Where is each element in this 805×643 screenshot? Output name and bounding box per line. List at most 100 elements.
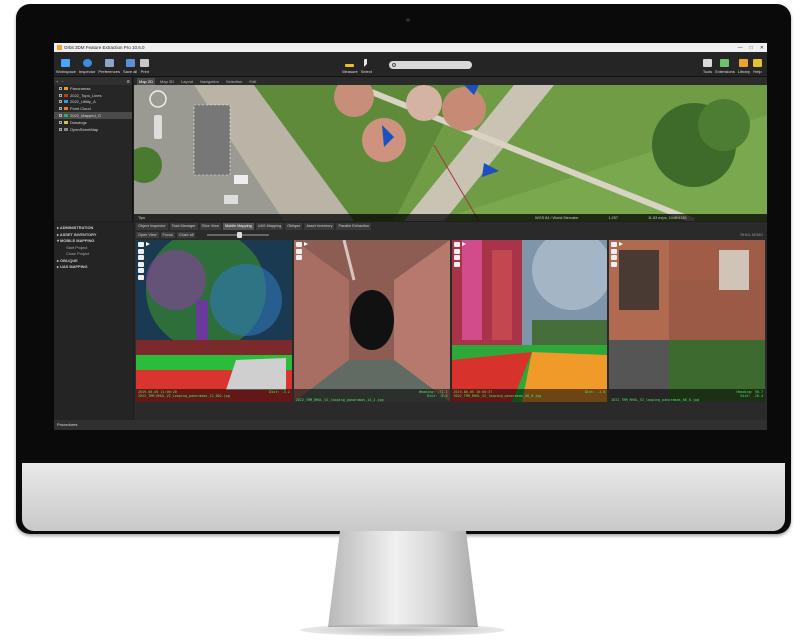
view-controls: Open View Focus Close all RHUL DEMO <box>134 230 767 239</box>
extensions-button[interactable]: Extensions <box>715 59 735 74</box>
layer-color-swatch <box>64 86 68 90</box>
tab-map-3d[interactable]: Map 3D <box>158 78 176 85</box>
zoom-slider-handle[interactable] <box>237 231 243 238</box>
minimize-button[interactable]: — <box>738 45 743 51</box>
pano-tool-icon[interactable] <box>611 261 618 267</box>
tab-mobile-mapping[interactable]: Mobile Mapping <box>222 222 254 230</box>
map-projection: WGS 84 / World Mercator <box>535 215 579 220</box>
layer-row[interactable]: OpenStreetMap <box>54 126 132 133</box>
procedures-footer[interactable]: Procedures <box>54 420 767 430</box>
layer-checkbox[interactable] <box>59 127 62 131</box>
save-all-button[interactable]: Save all <box>123 59 137 74</box>
play-icon[interactable] <box>619 242 624 246</box>
webcam-dot <box>406 18 410 22</box>
maximize-button[interactable]: □ <box>750 45 753 51</box>
layer-checkbox[interactable] <box>59 107 62 111</box>
tools-icon <box>703 59 713 67</box>
panorama-view[interactable]: Heading: -71.1 Dist: -8.0 2022_TRM_RHUL_… <box>293 240 450 402</box>
layer-row-selected[interactable]: 2022_Mapped_O <box>54 112 132 119</box>
search-input[interactable] <box>388 61 472 69</box>
search-icon <box>391 63 396 67</box>
measure-icon <box>345 64 355 67</box>
layer-row[interactable]: 2022_Utility_A <box>54 99 132 106</box>
tab-uas-mapping[interactable]: UAS Mapping <box>255 222 284 230</box>
layer-color-swatch <box>64 127 68 131</box>
layer-checkbox[interactable] <box>59 114 62 118</box>
layer-row[interactable]: 2022_Topo_Lines <box>54 92 132 99</box>
print-button[interactable]: Print <box>140 59 150 74</box>
panorama-view[interactable]: 2019-06-05 11:00:20 Dist: -3.2 2022_TRM_… <box>136 240 292 402</box>
tab-slice-view[interactable]: Slice View <box>199 222 221 230</box>
close-all-button[interactable]: Close all <box>176 231 196 238</box>
tab-asset-inventory[interactable]: Asset Inventory <box>304 222 335 230</box>
pano-tool-icon[interactable] <box>138 242 144 247</box>
panorama-metadata: Heading: -71.1 Dist: -8.0 2022_TRM_RHUL_… <box>293 389 450 402</box>
pano-path: 2022_TRM_RHUL_V2_looping_panoramas_08_0.… <box>453 394 542 398</box>
workspace-button[interactable]: Workspace <box>56 59 76 74</box>
pano-path: 2022_TRM_RHUL_V2_Looping_panoramas_12_00… <box>138 394 230 398</box>
layer-row[interactable]: Point Cloud <box>54 105 132 112</box>
tab-edit[interactable]: Edit <box>247 78 258 85</box>
preferences-icon <box>104 59 114 67</box>
help-button[interactable]: Help <box>753 59 762 74</box>
pano-tool-icon[interactable] <box>453 248 460 254</box>
play-icon[interactable] <box>461 242 466 246</box>
nav-uas-mapping[interactable]: ▸ UAS MAPPING <box>54 264 133 271</box>
tab-navigation[interactable]: Navigation <box>198 78 221 85</box>
zoom-slider[interactable] <box>207 231 270 238</box>
tab-task-manager[interactable]: Task Manager <box>169 222 198 230</box>
inspector-button[interactable]: Inspector <box>79 59 95 74</box>
library-button[interactable]: Library <box>738 59 750 74</box>
pano-tool-icon[interactable] <box>295 248 302 254</box>
play-icon[interactable] <box>303 242 308 246</box>
pano-tool-icon[interactable] <box>453 261 460 267</box>
tools-button[interactable]: Tools <box>703 59 712 74</box>
close-button[interactable]: ✕ <box>760 45 764 51</box>
pano-tool-icon[interactable] <box>295 255 302 260</box>
panorama-tools <box>611 242 618 267</box>
monitor-chin <box>22 463 785 531</box>
pano-tool-icon[interactable] <box>138 248 144 254</box>
pano-tool-icon[interactable] <box>611 242 618 247</box>
remove-layer-icon[interactable]: − <box>61 79 63 84</box>
tab-oblique[interactable]: Oblique <box>285 222 303 230</box>
play-icon[interactable] <box>146 242 150 246</box>
layer-checkbox[interactable] <box>59 86 62 90</box>
pano-tool-icon[interactable] <box>611 248 618 254</box>
window-titlebar: Orbit 3DM Feature Extraction Pro 10.6.0 … <box>54 43 767 52</box>
measure-button[interactable]: Measure <box>342 59 358 74</box>
layer-row[interactable]: Drawings <box>54 119 132 126</box>
layer-checkbox[interactable] <box>59 93 62 97</box>
tab-parallel-extraction[interactable]: Parallel Extraction <box>336 222 372 230</box>
add-layer-icon[interactable]: + <box>56 79 58 84</box>
tab-object-inspector[interactable]: Object Inspector <box>136 222 168 230</box>
layer-checkbox[interactable] <box>59 100 62 104</box>
panorama-row: 2019-06-05 11:00:20 Dist: -3.2 2022_TRM_… <box>136 240 765 402</box>
layer-row[interactable]: Panoramas <box>54 85 132 92</box>
main-toolbar: Workspace Inspector Preferences Save all… <box>54 52 767 77</box>
panorama-view[interactable]: Heading: 50.7 Dist: -16.4 2022_TRM_RHUL_… <box>609 240 765 402</box>
app-screen: Orbit 3DM Feature Extraction Pro 10.6.0 … <box>54 43 767 430</box>
pano-tool-icon[interactable] <box>611 255 618 260</box>
panorama-view[interactable]: 2019-06-05 10:58:57 Dist: -1.8 2022_TRM_… <box>451 240 608 402</box>
pano-tool-icon[interactable] <box>453 242 460 247</box>
tab-layout[interactable]: Layout <box>179 78 195 85</box>
pano-dist: Dist: -16.4 <box>740 394 763 398</box>
pano-tool-icon[interactable] <box>138 268 144 273</box>
select-button[interactable]: Select <box>361 59 372 74</box>
panorama-metadata: Heading: 50.7 Dist: -16.4 2022_TRM_RHUL_… <box>609 389 765 402</box>
focus-button[interactable]: Focus <box>160 231 175 238</box>
open-view-button[interactable]: Open View <box>136 231 159 238</box>
aerial-map-canvas[interactable] <box>134 85 767 221</box>
pano-tool-icon[interactable] <box>453 255 460 260</box>
layer-label: 2022_Topo_Lines <box>70 92 102 98</box>
preferences-button[interactable]: Preferences <box>98 59 120 74</box>
layer-settings-icon[interactable]: ⚙ <box>126 79 130 84</box>
pano-tool-icon[interactable] <box>138 274 144 280</box>
pano-tool-icon[interactable] <box>295 242 302 247</box>
tab-map-2d[interactable]: Map 2D <box>137 77 156 85</box>
tab-selection[interactable]: Selection <box>224 78 244 85</box>
layer-checkbox[interactable] <box>59 120 62 124</box>
pano-tool-icon[interactable] <box>138 261 144 267</box>
pano-tool-icon[interactable] <box>138 255 144 260</box>
